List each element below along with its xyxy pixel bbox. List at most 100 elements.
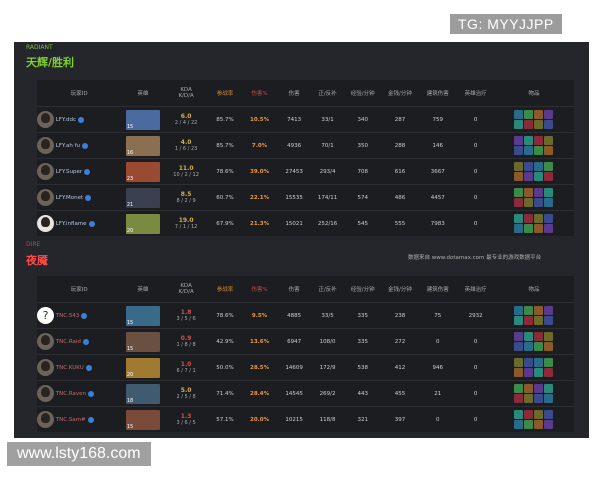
item-icon[interactable] [524,316,534,325]
item-icon[interactable] [514,136,524,145]
item-icon[interactable] [514,188,524,197]
item-icon[interactable] [534,146,544,155]
item-icon[interactable] [534,332,544,341]
item-icon[interactable] [514,342,524,351]
player-row[interactable]: LFY.inflame 20 19.0 7 / 1 / 12 67.9% 21.3% 150… [37,210,574,236]
hero-portrait[interactable]: 15 [125,109,160,130]
item-icon[interactable] [524,188,534,197]
item-icon[interactable] [524,410,534,419]
item-icon[interactable] [524,162,534,171]
player-row[interactable]: LFY.ah fu 16 4.0 1 / 6 / 23 85.7% 7.0% 4936 70/… [37,132,574,159]
col-items[interactable]: 物品 [494,80,574,107]
player-name[interactable]: LFY.ddc [56,117,76,123]
item-icon[interactable] [514,358,524,367]
avatar[interactable] [37,137,54,154]
item-icon[interactable] [514,120,524,129]
col-hero[interactable]: 英雄 [121,276,164,303]
col-building[interactable]: 建筑伤害 [418,276,457,303]
item-icon[interactable] [514,224,524,233]
col-xpm[interactable]: 经验/分钟 [344,80,382,107]
item-icon[interactable] [544,394,554,403]
col-kda[interactable]: KDA K/D/A [164,80,207,107]
hero-portrait[interactable]: 20 [125,357,160,378]
item-icon[interactable] [544,358,554,367]
player-row[interactable]: TNC.KUKU 20 1.0 6 / 7 / 1 50.0% 28.5% 14609 172… [37,354,574,381]
item-icon[interactable] [544,342,554,351]
item-icon[interactable] [534,120,544,129]
item-icon[interactable] [544,332,554,341]
player-row[interactable]: ? TNC.543 15 1.8 3 / 5 / 6 78.6% 9.5% 4885 33/5… [37,302,574,329]
item-icon[interactable] [514,306,524,315]
item-icon[interactable] [524,214,534,223]
player-name[interactable]: LFY.Super [56,169,82,175]
item-icon[interactable] [544,214,554,223]
col-building[interactable]: 建筑伤害 [418,80,457,107]
item-icon[interactable] [544,306,554,315]
item-icon[interactable] [534,384,544,393]
col-heal[interactable]: 英雄治疗 [457,80,494,107]
item-icon[interactable] [544,420,554,429]
avatar[interactable] [37,215,54,232]
item-icon[interactable] [544,110,554,119]
col-damage-pct[interactable]: 伤害% [242,80,277,107]
col-participation[interactable]: 参战率 [208,80,243,107]
player-row[interactable]: LFY.Monet 21 8.5 8 / 2 / 9 60.7% 22.1% 15535 17… [37,184,574,211]
item-icon[interactable] [514,332,524,341]
avatar[interactable] [37,163,54,180]
item-icon[interactable] [514,214,524,223]
item-icon[interactable] [534,306,544,315]
col-damage[interactable]: 伤害 [277,276,312,303]
item-icon[interactable] [524,120,534,129]
item-icon[interactable] [524,384,534,393]
player-row[interactable]: TNC.Raid 15 0.9 1 / 8 / 8 42.9% 13.6% 6947 108/… [37,328,574,355]
item-icon[interactable] [514,394,524,403]
item-icon[interactable] [524,146,534,155]
item-icon[interactable] [514,316,524,325]
item-icon[interactable] [514,384,524,393]
item-icon[interactable] [524,306,534,315]
player-name[interactable]: LFY.Monet [56,195,83,201]
item-icon[interactable] [534,110,544,119]
avatar[interactable] [37,411,54,428]
item-icon[interactable] [544,198,554,207]
item-icon[interactable] [524,198,534,207]
item-icon[interactable] [524,110,534,119]
item-icon[interactable] [514,146,524,155]
item-icon[interactable] [524,172,534,181]
hero-portrait[interactable]: 20 [125,213,160,234]
player-row[interactable]: TNC.Sam# 15 1.3 3 / 6 / 5 57.1% 20.0% 10215 118… [37,406,574,432]
col-gpm[interactable]: 金钱/分钟 [382,80,419,107]
item-icon[interactable] [534,410,544,419]
item-icon[interactable] [514,198,524,207]
player-name[interactable]: LFY.ah fu [56,143,80,149]
col-lh-dn[interactable]: 正/反补 [311,80,343,107]
item-icon[interactable] [524,342,534,351]
hero-portrait[interactable]: 16 [125,135,160,156]
item-icon[interactable] [544,120,554,129]
avatar[interactable] [37,189,54,206]
player-name[interactable]: TNC.Raid [56,339,81,345]
col-player-id[interactable]: 玩家ID [37,276,121,303]
player-name[interactable]: LFY.inflame [56,221,87,227]
player-row[interactable]: TNC.Raven 18 5.0 2 / 5 / 8 71.4% 28.4% 14545 26… [37,380,574,407]
col-kda[interactable]: KDA K/D/A [164,276,207,303]
hero-portrait[interactable]: 15 [125,409,160,430]
player-name[interactable]: TNC.Sam# [56,417,86,423]
item-icon[interactable] [524,420,534,429]
item-icon[interactable] [544,410,554,419]
item-icon[interactable] [514,162,524,171]
item-icon[interactable] [534,136,544,145]
col-player-id[interactable]: 玩家ID [37,80,121,107]
col-items[interactable]: 物品 [494,276,574,303]
item-icon[interactable] [524,224,534,233]
item-icon[interactable] [514,420,524,429]
avatar[interactable]: ? [37,307,54,324]
hero-portrait[interactable]: 15 [125,305,160,326]
item-icon[interactable] [534,214,544,223]
col-hero[interactable]: 英雄 [121,80,164,107]
item-icon[interactable] [524,358,534,367]
item-icon[interactable] [514,368,524,377]
item-icon[interactable] [534,162,544,171]
item-icon[interactable] [534,172,544,181]
item-icon[interactable] [514,172,524,181]
